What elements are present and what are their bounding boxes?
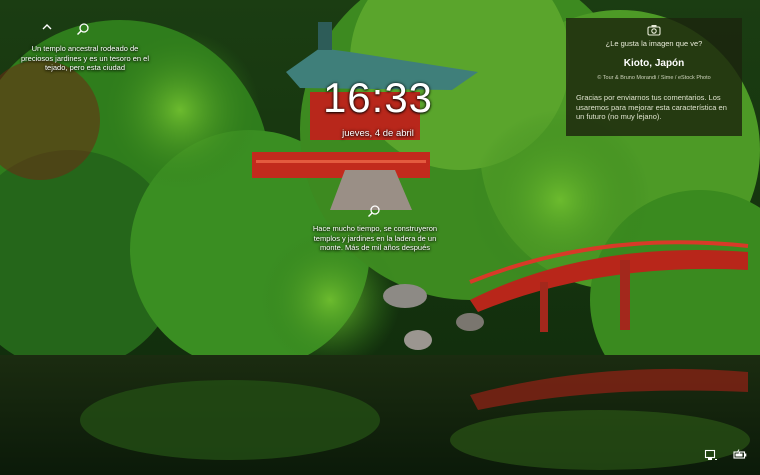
feedback-thanks: Gracias por enviarnos tus comentarios. L… [576,93,727,121]
camera-icon [647,25,661,36]
image-caption-left[interactable]: Un templo ancestral rodeado de preciosos… [20,44,150,73]
network-icon[interactable] [704,449,718,461]
feedback-question: ¿Le gusta la imagen que ve? [605,39,703,48]
battery-icon[interactable] [733,449,747,461]
lockscreen-clock: 16:33 [322,74,434,121]
search-icon[interactable] [367,204,381,218]
image-caption-center[interactable]: Hace mucho tiempo, se construyeron templ… [310,224,440,253]
search-icon[interactable] [76,22,90,36]
image-info-card[interactable]: ¿Le gusta la imagen que ve? Kioto, Japón… [566,18,742,136]
lockscreen-date: jueves, 4 de abril [342,128,414,139]
image-credit: © Tour & Bruno Morandi / Sime / eStock P… [597,75,711,81]
image-location-title: Kioto, Japón [623,58,685,69]
chevron-icon[interactable] [40,20,54,34]
